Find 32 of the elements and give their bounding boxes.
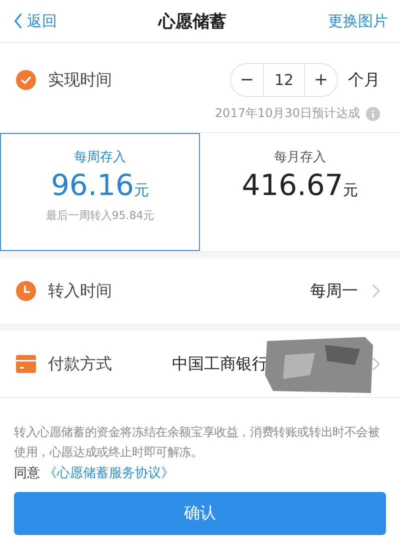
estimate-text: 2017年10月30日预计达成 [214,105,360,122]
agreement-link[interactable]: 《心愿储蓄服务协议》 [44,466,174,481]
info-icon[interactable] [366,106,380,120]
back-link[interactable]: 返回 [14,12,57,30]
last-week-note: 最后一周转入95.84元 [46,208,154,223]
notice-text: 转入心愿储蓄的资金将冻结在余额宝享收益，消费转账或转出时不会被使用，心愿达成或终止时即可解冻。 [14,424,381,461]
amount-text: 96.16元 [50,168,150,202]
back-chevron-icon [14,13,23,29]
setting-label: 付款方式 [48,354,112,374]
deposit-option[interactable]: 每月存入 416.67元 [200,133,400,251]
clock-icon [16,281,36,301]
month-value: 12 [263,64,305,96]
check-circle-icon [16,70,36,90]
deposit-option[interactable]: 每周存入 96.16元 最后一周转入95.84元 [0,133,200,251]
amount-text: 416.67元 [242,168,358,202]
card-icon [16,354,36,374]
option-label: 每周存入 [74,149,126,166]
setting-row[interactable]: 转入时间 每周一 [0,252,400,325]
page-title: 心愿储蓄 [158,10,226,32]
decrement-button[interactable]: − [231,64,263,96]
increment-button[interactable]: + [305,64,337,96]
change-image-link[interactable]: 更换图片 [328,12,388,30]
chevron-right-icon [372,284,380,298]
setting-value: 每周一 [310,280,358,302]
setting-value: 中国工商银行 [172,354,268,374]
option-label: 每月存入 [274,149,326,166]
agree-text: 同意 [14,466,40,481]
setting-label: 转入时间 [48,280,112,302]
setting-row[interactable]: 付款方式 中国工商银行 [0,325,400,398]
chevron-right-icon [372,357,380,371]
duration-label: 实现时间 [48,70,112,90]
month-unit: 个月 [348,70,380,90]
